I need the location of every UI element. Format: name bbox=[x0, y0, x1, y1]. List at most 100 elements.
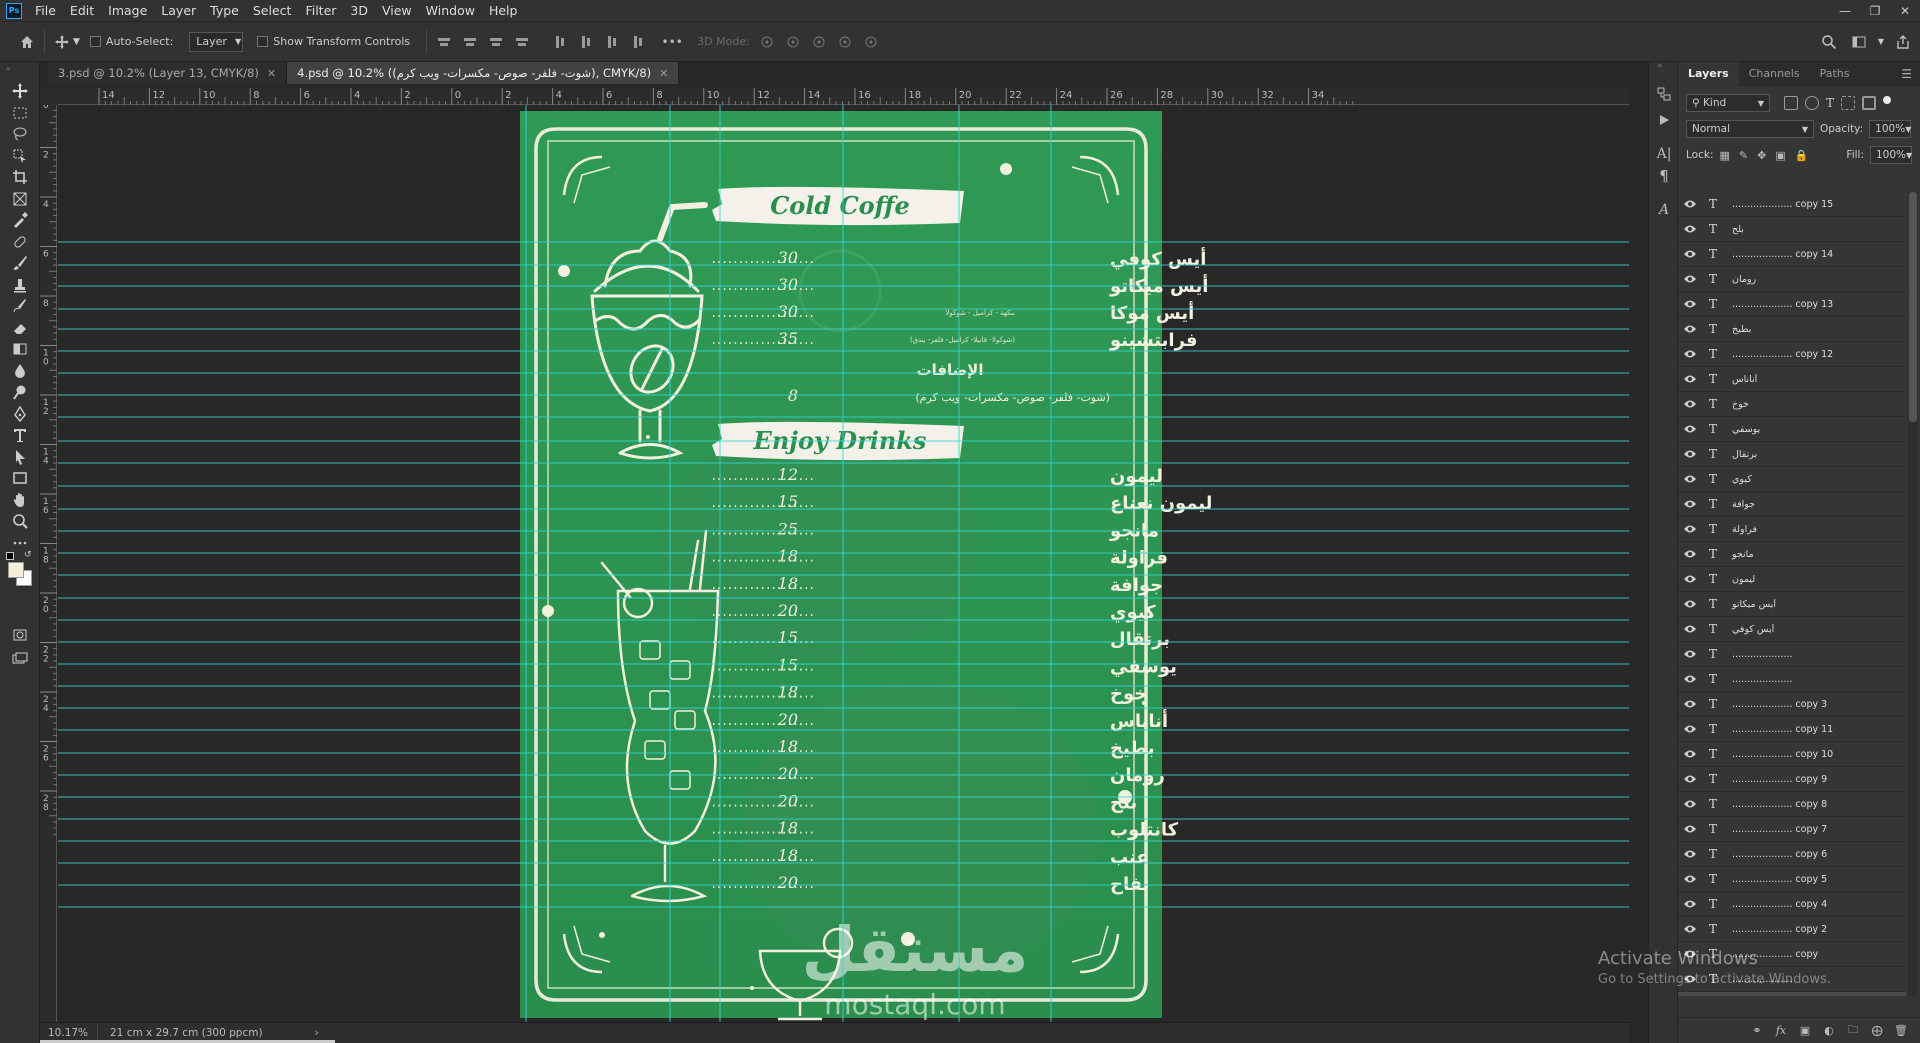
search-icon[interactable] bbox=[1818, 31, 1840, 53]
layer-row[interactable]: T .................... copy 10 bbox=[1678, 742, 1906, 767]
visibility-eye-icon[interactable] bbox=[1678, 774, 1702, 784]
visibility-eye-icon[interactable] bbox=[1678, 799, 1702, 809]
layer-row[interactable]: T .................... copy 12 bbox=[1678, 342, 1906, 367]
panel-menu-icon[interactable]: ☰ bbox=[1901, 67, 1912, 81]
auto-select-toggle[interactable]: Auto-Select: bbox=[89, 35, 173, 48]
layer-filter-dropdown[interactable]: ⚲ Kind ▼ bbox=[1686, 94, 1770, 112]
visibility-eye-icon[interactable] bbox=[1678, 449, 1702, 459]
zoom-tool-icon[interactable] bbox=[8, 510, 32, 532]
filter-shape-icon[interactable] bbox=[1841, 96, 1856, 110]
dodge-tool-icon[interactable] bbox=[8, 381, 32, 403]
menu-layer[interactable]: Layer bbox=[154, 0, 203, 22]
menu-help[interactable]: Help bbox=[482, 0, 525, 22]
filter-pixel-icon[interactable] bbox=[1784, 96, 1798, 110]
eraser-tool-icon[interactable] bbox=[8, 317, 32, 339]
visibility-eye-icon[interactable] bbox=[1678, 924, 1702, 934]
visibility-eye-icon[interactable] bbox=[1678, 224, 1702, 234]
layer-row[interactable]: T فراولة bbox=[1678, 517, 1906, 542]
horizontal-ruler[interactable]: 14 12 10 8 6 4 2 0 2 4 6 8 10 12 14 16 18 20 22 24 26 28 30 32 3… bbox=[58, 88, 1629, 105]
layer-row[interactable]: T .................... copy 8 bbox=[1678, 792, 1906, 817]
share-icon[interactable] bbox=[1892, 31, 1914, 53]
workspace-chevron-icon[interactable]: ▼ bbox=[1878, 31, 1884, 53]
layer-style-fx-icon[interactable]: fx bbox=[1774, 1024, 1788, 1038]
marquee-tool-icon[interactable] bbox=[8, 102, 32, 124]
link-layers-icon[interactable]: ⚭ bbox=[1750, 1024, 1764, 1038]
menu-3d[interactable]: 3D bbox=[343, 0, 375, 22]
object-select-tool-icon[interactable] bbox=[8, 145, 32, 167]
lock-position-icon[interactable]: ✥ bbox=[1757, 149, 1766, 162]
lasso-tool-icon[interactable] bbox=[8, 123, 32, 145]
hand-tool-icon[interactable] bbox=[8, 489, 32, 511]
brush-tool-icon[interactable] bbox=[8, 252, 32, 274]
visibility-eye-icon[interactable] bbox=[1678, 649, 1702, 659]
layer-scroll-thumb[interactable] bbox=[1909, 192, 1917, 422]
align-bottom-icon[interactable] bbox=[601, 31, 623, 53]
foreground-color-swatch[interactable] bbox=[8, 562, 24, 578]
align-vcenter-icon[interactable] bbox=[575, 31, 597, 53]
workspace-icon[interactable] bbox=[1848, 31, 1870, 53]
panel-tab-paths[interactable]: Paths bbox=[1810, 62, 1860, 86]
panel-tab-channels[interactable]: Channels bbox=[1739, 62, 1810, 86]
align-top-icon[interactable] bbox=[549, 31, 571, 53]
layer-row[interactable]: T كيوي bbox=[1678, 467, 1906, 492]
document-info[interactable]: 21 cm x 29.7 cm (300 ppcm) bbox=[98, 1027, 263, 1039]
layer-row[interactable]: T رومان bbox=[1678, 267, 1906, 292]
actions-play-icon[interactable] bbox=[1654, 110, 1674, 130]
visibility-eye-icon[interactable] bbox=[1678, 349, 1702, 359]
visibility-eye-icon[interactable] bbox=[1678, 674, 1702, 684]
3d-roll-icon[interactable] bbox=[782, 31, 804, 53]
add-mask-icon[interactable]: ▣ bbox=[1798, 1024, 1812, 1038]
layer-row[interactable]: T .................... copy 2 bbox=[1678, 917, 1906, 942]
opacity-field[interactable]: 100% ▼ bbox=[1869, 120, 1911, 138]
layer-row[interactable]: T .................... copy 13 bbox=[1678, 292, 1906, 317]
lock-all-icon[interactable]: 🔒 bbox=[1795, 149, 1809, 162]
menu-filter[interactable]: Filter bbox=[298, 0, 343, 22]
visibility-eye-icon[interactable] bbox=[1678, 499, 1702, 509]
visibility-eye-icon[interactable] bbox=[1678, 199, 1702, 209]
visibility-eye-icon[interactable] bbox=[1678, 399, 1702, 409]
visibility-eye-icon[interactable] bbox=[1678, 624, 1702, 634]
layer-row[interactable]: T بلح bbox=[1678, 217, 1906, 242]
visibility-eye-icon[interactable] bbox=[1678, 874, 1702, 884]
canvas-area[interactable]: Cold Coffe Enjoy Drinks..................… bbox=[58, 105, 1629, 1022]
menu-type[interactable]: Type bbox=[203, 0, 246, 22]
visibility-eye-icon[interactable] bbox=[1678, 699, 1702, 709]
history-brush-tool-icon[interactable] bbox=[8, 295, 32, 317]
lock-image-icon[interactable]: ✎ bbox=[1739, 149, 1748, 162]
filter-type-icon[interactable]: T bbox=[1826, 96, 1834, 110]
layer-row[interactable]: T .................... copy 6 bbox=[1678, 842, 1906, 867]
auto-select-dropdown[interactable]: Layer ▼ bbox=[189, 31, 244, 52]
crop-tool-icon[interactable] bbox=[8, 166, 32, 188]
menu-window[interactable]: Window bbox=[419, 0, 482, 22]
blur-tool-icon[interactable] bbox=[8, 360, 32, 382]
layer-row[interactable]: T .................... copy 11 bbox=[1678, 717, 1906, 742]
gradient-tool-icon[interactable] bbox=[8, 338, 32, 360]
layer-row[interactable]: T جوافة bbox=[1678, 492, 1906, 517]
frame-tool-icon[interactable] bbox=[8, 188, 32, 210]
visibility-eye-icon[interactable] bbox=[1678, 849, 1702, 859]
filter-toggle-icon[interactable] bbox=[1883, 96, 1892, 104]
menu-view[interactable]: View bbox=[375, 0, 419, 22]
eyedropper-tool-icon[interactable] bbox=[8, 209, 32, 231]
home-icon[interactable] bbox=[16, 31, 38, 53]
visibility-eye-icon[interactable] bbox=[1678, 724, 1702, 734]
quick-mask-icon[interactable] bbox=[8, 624, 32, 646]
healing-brush-tool-icon[interactable] bbox=[8, 231, 32, 253]
delete-layer-icon[interactable]: 🗑 bbox=[1894, 1024, 1908, 1038]
visibility-eye-icon[interactable] bbox=[1678, 599, 1702, 609]
visibility-eye-icon[interactable] bbox=[1678, 899, 1702, 909]
collapse-toolbar-icon[interactable]: » bbox=[6, 64, 11, 73]
layer-row[interactable]: T مانجو bbox=[1678, 542, 1906, 567]
layer-row[interactable]: T .................... copy 4 bbox=[1678, 892, 1906, 917]
layer-row[interactable]: T .................... copy 3 bbox=[1678, 692, 1906, 717]
ruler-origin[interactable] bbox=[40, 88, 58, 105]
layer-row[interactable]: T خوخ bbox=[1678, 392, 1906, 417]
status-chevron-icon[interactable]: › bbox=[315, 1027, 319, 1039]
screen-mode-icon[interactable] bbox=[8, 648, 32, 670]
distribute-v-icon[interactable] bbox=[627, 31, 649, 53]
paragraph-panel-icon[interactable]: ¶ bbox=[1654, 166, 1674, 186]
visibility-eye-icon[interactable] bbox=[1678, 749, 1702, 759]
adjustment-layer-icon[interactable]: ◐ bbox=[1822, 1024, 1836, 1038]
menu-file[interactable]: File bbox=[28, 0, 63, 22]
visibility-eye-icon[interactable] bbox=[1678, 299, 1702, 309]
